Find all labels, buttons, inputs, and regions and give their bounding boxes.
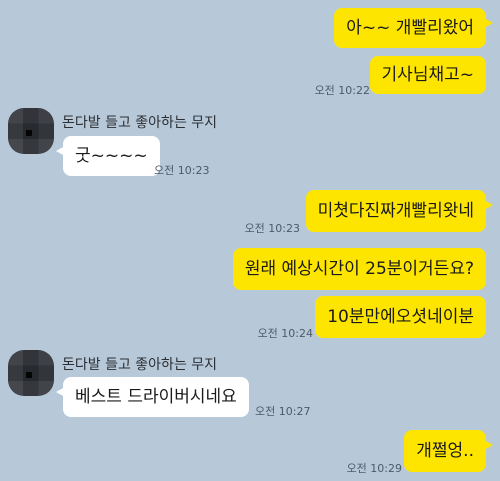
profile-avatar-icon[interactable] (8, 350, 54, 396)
message-bubble-outgoing[interactable]: 미쳣다진짜개빨리왓네 (305, 190, 494, 232)
message-text: 10분만에오셧네이분 (327, 307, 474, 327)
profile-avatar-icon[interactable] (8, 108, 54, 154)
message-text: 기사님채고~ (381, 65, 474, 85)
message-text: 베스트 드라이버시네요 (75, 387, 237, 407)
message-bubble-outgoing[interactable]: 아~~ 개빨리왔어 (334, 8, 493, 48)
message-time: 오전 10:29 (346, 462, 402, 475)
message-text: 미쳣다진짜개빨리왓네 (317, 201, 474, 221)
message-bubble-outgoing[interactable]: 10분만에오셧네이분 (315, 296, 486, 338)
message-text: 아~~ 개빨리왔어 (346, 18, 474, 38)
avatar-mark (26, 372, 32, 378)
avatar-mark (26, 130, 32, 136)
message-time: 오전 10:24 (257, 327, 313, 340)
sender-name: 돈다발 들고 좋아하는 무지 (62, 115, 218, 131)
message-bubble-outgoing[interactable]: 원래 예상시간이 25분이거든요? (232, 248, 486, 290)
message-text: 원래 예상시간이 25분이거든요? (244, 259, 474, 279)
message-bubble-incoming[interactable]: 베스트 드라이버시네요 (56, 377, 249, 417)
message-bubble-outgoing[interactable]: 기사님채고~ (369, 56, 486, 94)
message-text: 굿~~~~ (75, 146, 148, 166)
message-time: 오전 10:23 (154, 164, 210, 177)
chat-room: 아~~ 개빨리왔어 기사님채고~ 오전 10:22 돈다발 들고 좋아하는 무지… (0, 0, 500, 481)
message-time: 오전 10:22 (314, 84, 370, 97)
message-time: 오전 10:23 (244, 222, 300, 235)
message-text: 개쩔엉.. (416, 441, 474, 461)
sender-name: 돈다발 들고 좋아하는 무지 (62, 357, 218, 373)
message-bubble-incoming[interactable]: 굿~~~~ (56, 136, 160, 176)
message-time: 오전 10:27 (255, 405, 311, 418)
message-bubble-outgoing[interactable]: 개쩔엉.. (404, 430, 493, 472)
